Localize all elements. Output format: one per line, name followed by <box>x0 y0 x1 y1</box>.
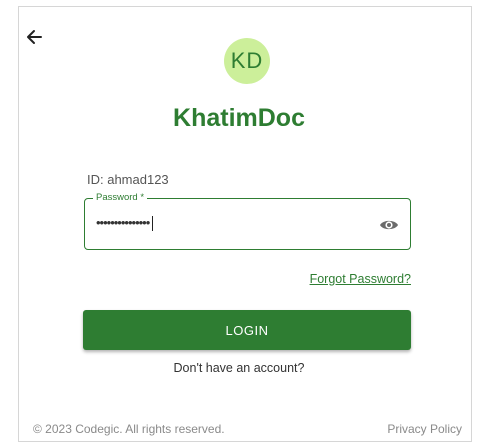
password-input[interactable]: ••••••••••••••• <box>96 215 154 232</box>
avatar-initials: KD <box>230 48 264 73</box>
text-caret <box>152 216 154 232</box>
avatar: KD <box>224 38 270 84</box>
forgot-password-link[interactable]: Forgot Password? <box>310 272 411 286</box>
privacy-policy-link[interactable]: Privacy Policy <box>387 422 462 436</box>
user-id-text: ID: ahmad123 <box>87 172 169 187</box>
signup-link[interactable]: Don't have an account? <box>0 361 478 375</box>
password-label: Password * <box>93 192 148 204</box>
copyright-text: © 2023 Codegic. All rights reserved. <box>33 422 225 436</box>
password-value: ••••••••••••••• <box>96 215 150 230</box>
password-field[interactable]: Password * ••••••••••••••• <box>84 192 411 250</box>
eye-icon[interactable] <box>378 214 400 236</box>
app-title: KhatimDoc <box>173 104 305 132</box>
login-button[interactable]: LOGIN <box>83 310 411 350</box>
arrow-left-icon[interactable] <box>24 26 46 48</box>
